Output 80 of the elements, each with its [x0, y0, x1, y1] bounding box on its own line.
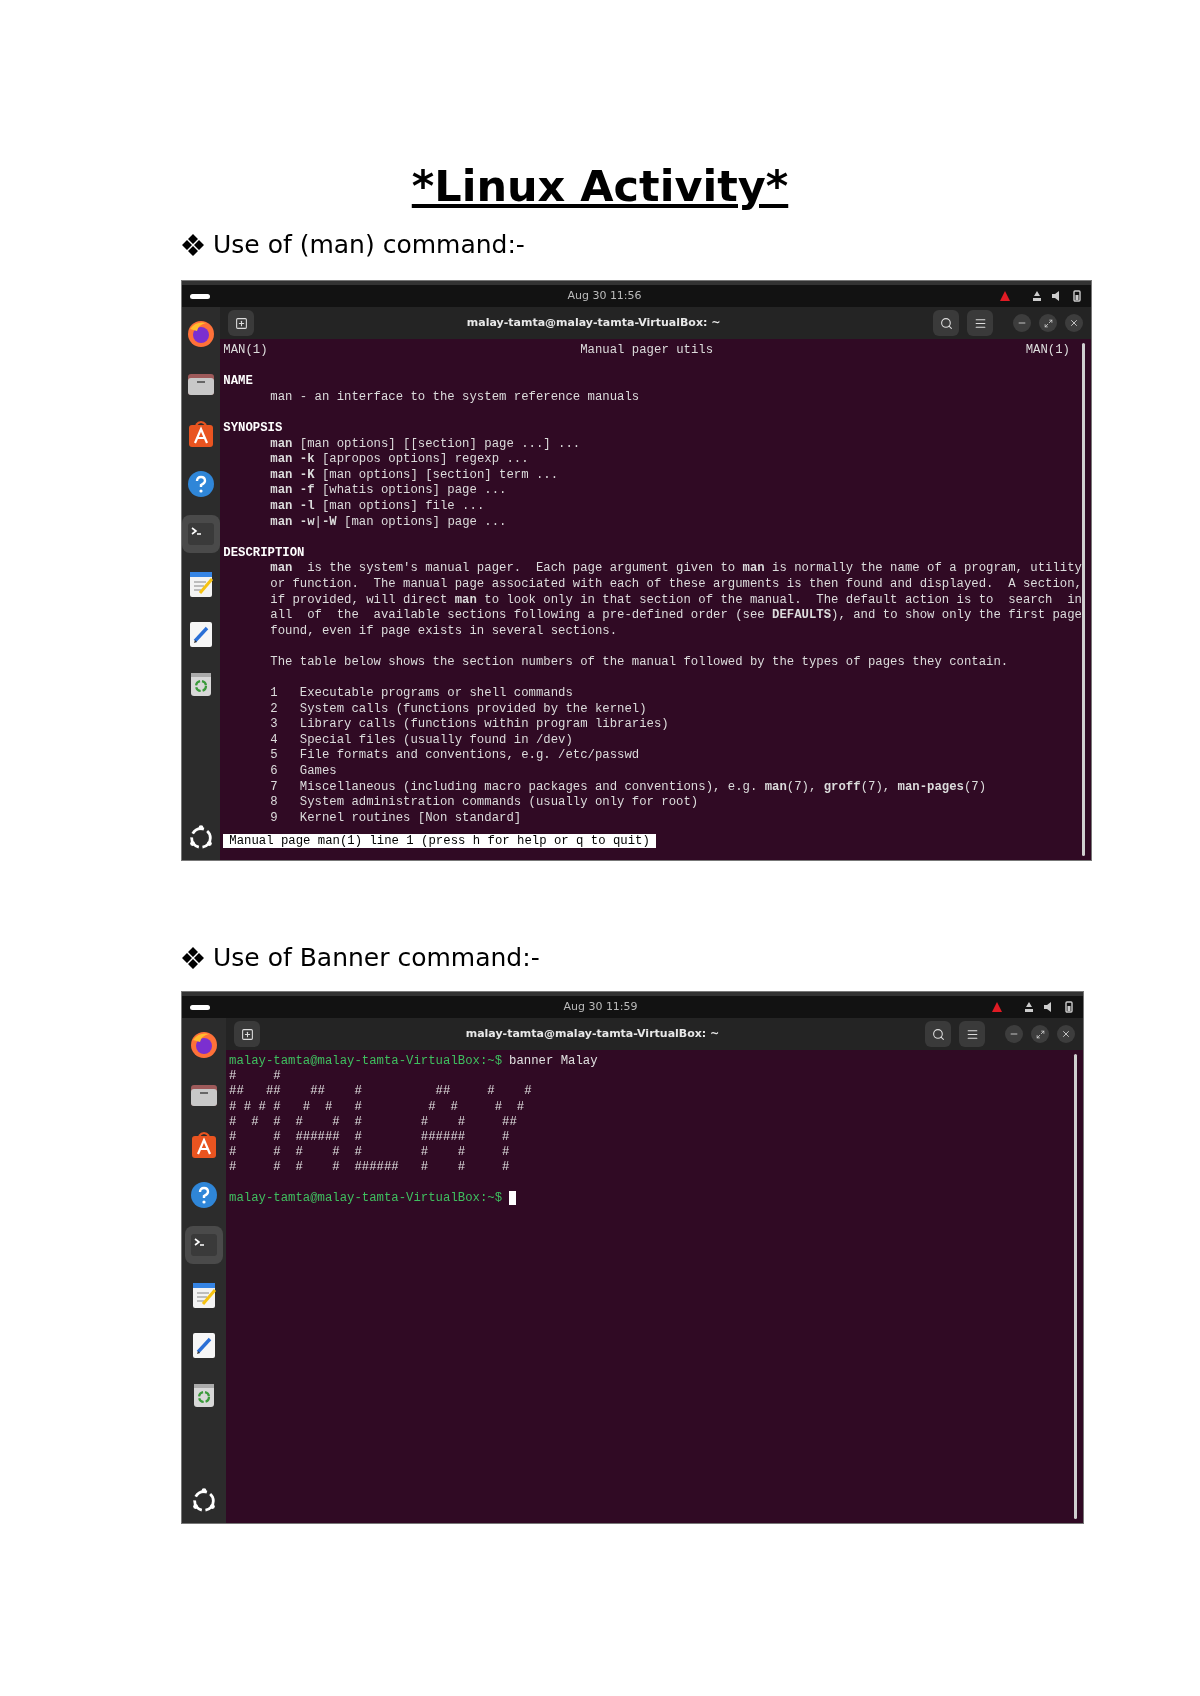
- window-title: malay-tamta@malay-tamta-VirtualBox: ~: [466, 314, 721, 331]
- banner-output-line: # # # # ###### # # #: [229, 1160, 511, 1176]
- man-text-line: man -K [man options] [section] term ...: [270, 467, 560, 484]
- activities-indicator[interactable]: [190, 293, 210, 299]
- section-heading: Use of Banner command:-: [213, 942, 540, 974]
- man-text-line: 7 Miscellaneous (including macro packages and conventions), e.g. man(7), groff(7), man-pages(7): [270, 779, 988, 796]
- document-title: *Linux Activity*: [411, 160, 789, 213]
- man-text-line: or function. The manual page associated with each of these arguments is then found and displayed. A section,: [270, 576, 1082, 593]
- search-button[interactable]: [925, 1021, 951, 1047]
- battery-icon[interactable]: [1071, 290, 1083, 302]
- section-heading: DESCRIPTION: [223, 545, 306, 562]
- banner-output-line: # # # # # # # #: [229, 1145, 511, 1161]
- command-text: banner Malay: [509, 1054, 598, 1070]
- man-text-line: man [man options] [[section] page ...] ...: [270, 436, 582, 453]
- menu-icon: [973, 316, 987, 330]
- search-button[interactable]: [933, 310, 959, 336]
- menu-icon: [965, 1027, 979, 1041]
- man-text-line: man -l [man options] file ...: [270, 498, 486, 515]
- man-text-line: 8 System administration commands (usually only for root): [270, 795, 700, 811]
- plus-square-icon: [234, 316, 248, 330]
- network-icon[interactable]: [1031, 290, 1043, 302]
- banner-output-line: # # ###### # ###### #: [229, 1130, 511, 1146]
- man-text-line: 5 File formats and conventions, e.g. /etc/passwd: [270, 748, 641, 765]
- shell-prompt: malay-tamta@malay-tamta-VirtualBox:~$: [229, 1190, 503, 1206]
- maximize-icon: [1035, 1029, 1045, 1039]
- man-text-line: 6 Games: [270, 764, 338, 780]
- man-header-text: MAN(1): [223, 343, 268, 359]
- man-text-line: man -k [apropos options] regexp ...: [270, 452, 530, 468]
- close-icon: [1061, 1029, 1071, 1039]
- diamond-bullet-icon: [181, 233, 205, 257]
- clock[interactable]: Aug 30 11:56: [567, 287, 642, 305]
- maximize-button[interactable]: [1039, 314, 1057, 332]
- section-heading: SYNOPSIS: [223, 420, 284, 437]
- banner-output-line: ## ## ## # ## # #: [229, 1084, 533, 1100]
- close-button[interactable]: [1065, 314, 1083, 332]
- menu-button[interactable]: [959, 1021, 985, 1047]
- man-text-line: 2 System calls (functions provided by the kernel): [270, 701, 648, 718]
- man-text-line: 4 Special files (usually found in /dev): [270, 732, 574, 749]
- man-text-line: man -w|-W [man options] page ...: [270, 514, 508, 531]
- battery-icon[interactable]: [1063, 1001, 1075, 1013]
- man-header-text: Manual pager utils: [580, 343, 714, 359]
- section-heading: Use of (man) command:-: [213, 229, 525, 261]
- man-text-line: all of the available sections following a pre-defined order (see DEFAULTS), and to show only the first page: [270, 608, 1082, 624]
- section-heading: NAME: [223, 374, 254, 390]
- scrollbar[interactable]: [1074, 1054, 1077, 1519]
- maximize-icon: [1043, 318, 1053, 328]
- window-title: malay-tamta@malay-tamta-VirtualBox: ~: [465, 1025, 720, 1042]
- search-icon: [939, 316, 953, 330]
- man-header-text: MAN(1): [1025, 343, 1070, 359]
- activities-indicator[interactable]: [190, 1004, 210, 1010]
- warning-icon[interactable]: [991, 1001, 1003, 1013]
- menu-button[interactable]: [967, 310, 993, 336]
- man-text-line: 9 Kernel routines [Non standard]: [270, 810, 523, 827]
- man-text-line: man is the system's manual pager. Each page argument given to man is normally the name of a program, utility: [270, 561, 1082, 577]
- warning-icon[interactable]: [999, 290, 1011, 302]
- scrollbar[interactable]: [1082, 343, 1085, 856]
- man-text-line: man - an interface to the system reference manuals: [270, 389, 641, 406]
- network-icon[interactable]: [1023, 1001, 1035, 1013]
- text-cursor: [509, 1191, 517, 1206]
- minimize-button[interactable]: [1005, 1025, 1023, 1043]
- close-button[interactable]: [1057, 1025, 1075, 1043]
- new-tab-button[interactable]: [234, 1021, 260, 1047]
- man-text-line: 3 Library calls (functions within program libraries): [270, 717, 670, 733]
- banner-output-line: # # # # # # # # # # #: [229, 1099, 526, 1115]
- minimize-button[interactable]: [1013, 314, 1031, 332]
- shell-prompt: malay-tamta@malay-tamta-VirtualBox:~$: [229, 1054, 503, 1070]
- plus-square-icon: [240, 1027, 254, 1041]
- man-text-line: The table below shows the section numbers of the manual followed by the types of pages they contain.: [270, 654, 1010, 671]
- maximize-button[interactable]: [1031, 1025, 1049, 1043]
- man-text-line: 1 Executable programs or shell commands: [270, 686, 574, 702]
- close-icon: [1069, 318, 1079, 328]
- banner-output-line: # # # # # # # # ##: [229, 1114, 518, 1130]
- new-tab-button[interactable]: [228, 310, 255, 336]
- man-text-line: man -f [whatis options] page ...: [270, 483, 508, 499]
- banner-output-line: # #: [229, 1069, 282, 1085]
- man-text-line: found, even if page exists in several sections.: [270, 623, 619, 640]
- man-text-line: if provided, will direct man to look only in that section of the manual. The default action is to search in: [270, 592, 1082, 609]
- search-icon: [931, 1027, 945, 1041]
- diamond-bullet-icon: [181, 946, 205, 970]
- clock[interactable]: Aug 30 11:59: [563, 998, 638, 1016]
